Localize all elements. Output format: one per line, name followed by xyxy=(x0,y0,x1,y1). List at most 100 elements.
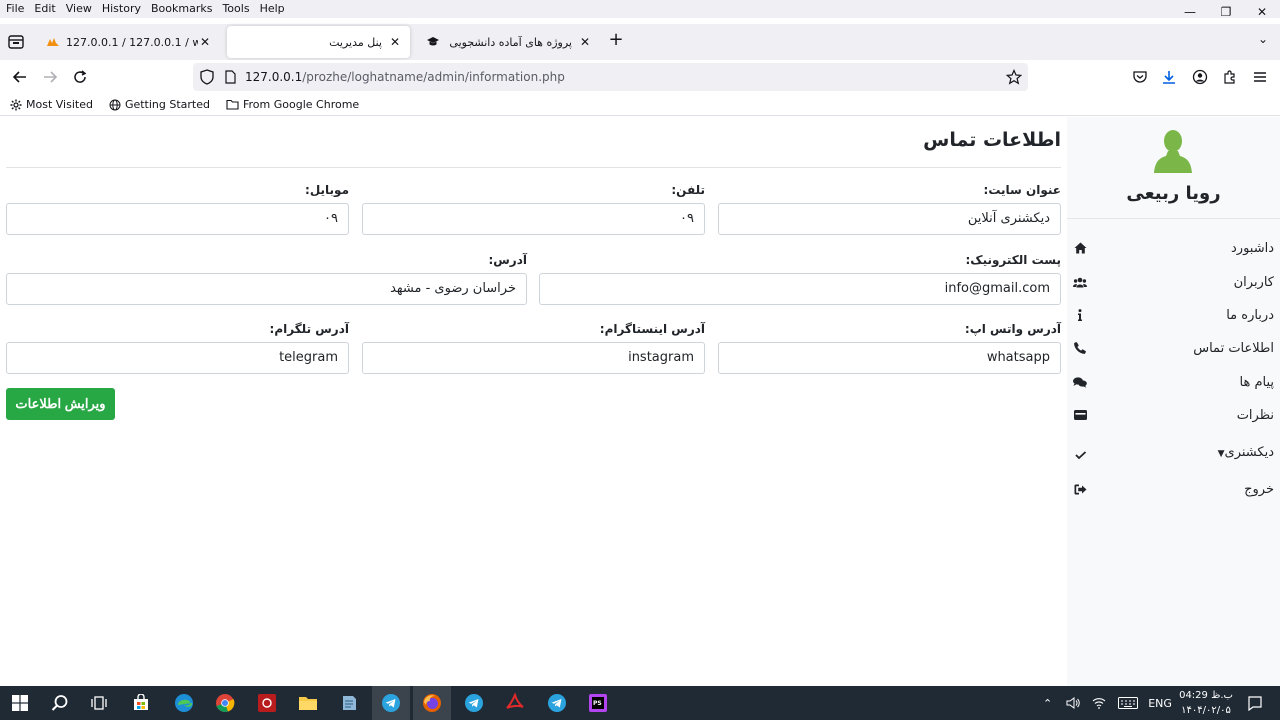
telegram-field: آدرس تلگرام: telegram xyxy=(6,320,349,374)
account-icon xyxy=(1192,69,1208,85)
menu-file[interactable]: File xyxy=(0,1,29,17)
field-label: آدرس واتس اپ: xyxy=(964,322,1061,336)
star-icon[interactable] xyxy=(1006,69,1022,85)
search-icon[interactable] xyxy=(48,691,72,715)
notepad-icon[interactable] xyxy=(337,691,361,715)
phpmyadmin-icon xyxy=(46,35,60,49)
close-icon[interactable]: ✕ xyxy=(198,35,212,49)
url-bar[interactable]: 127.0.0.1/prozhe/loghatname/admin/inform… xyxy=(193,63,1028,91)
reload-button[interactable] xyxy=(69,66,91,88)
info-icon xyxy=(1073,308,1087,322)
tab-list-icon[interactable] xyxy=(6,32,26,52)
tab-title: پنل مدیریت xyxy=(329,35,382,49)
menu-history[interactable]: History xyxy=(97,1,146,17)
comments-icon xyxy=(1073,375,1087,389)
page-icon[interactable] xyxy=(223,70,237,84)
phone-input[interactable]: ۰۹ xyxy=(362,203,705,235)
language-indicator[interactable]: ENG xyxy=(1148,697,1172,710)
sidebar-item-contact-info[interactable]: اطلاعات تماس xyxy=(1067,336,1280,360)
field-label: آدرس اینستاگرام: xyxy=(599,322,705,336)
menu-view[interactable]: View xyxy=(61,1,97,17)
sign-out-icon xyxy=(1073,482,1087,496)
maximize-button[interactable]: ❐ xyxy=(1208,0,1244,24)
edit-info-button[interactable]: ویرایش اطلاعات xyxy=(6,388,115,420)
puzzle-icon xyxy=(1224,70,1235,84)
minimize-button[interactable]: — xyxy=(1172,0,1208,24)
sidebar-item-users[interactable]: کاربران xyxy=(1067,270,1280,294)
sidebar-item-label: پیام ها xyxy=(1239,374,1275,390)
keyboard-icon[interactable] xyxy=(1118,697,1139,709)
globe-icon xyxy=(109,99,121,110)
pocket-button[interactable] xyxy=(1129,66,1151,88)
back-button[interactable] xyxy=(9,66,31,88)
menu-help[interactable]: Help xyxy=(255,1,290,17)
sidebar-item-logout[interactable]: خروج xyxy=(1067,477,1280,501)
firefox-icon[interactable] xyxy=(420,691,444,715)
account-button[interactable] xyxy=(1189,66,1211,88)
windows-start-icon[interactable] xyxy=(8,691,32,715)
tab-phpmyadmin[interactable]: 127.0.0.1 / 127.0.0.1 / watch / u ✕ xyxy=(38,26,220,58)
mobile-field: موبایل: ۰۹ xyxy=(6,181,349,235)
sidebar-item-dictionary[interactable]: دیکشنری▼ AB xyxy=(1067,440,1280,464)
task-view-icon[interactable] xyxy=(87,691,111,715)
sidebar-divider xyxy=(1067,218,1280,219)
bookmark-getting-started[interactable]: Getting Started xyxy=(109,98,210,111)
close-icon[interactable]: ✕ xyxy=(388,35,402,49)
telegram-icon[interactable] xyxy=(462,691,486,715)
tab-admin-panel[interactable]: پنل مدیریت ✕ xyxy=(227,26,410,58)
email-input[interactable]: info@gmail.com xyxy=(539,273,1061,305)
forward-button[interactable] xyxy=(39,66,61,88)
file-explorer-icon[interactable] xyxy=(296,691,320,715)
menu-bookmarks[interactable]: Bookmarks xyxy=(146,1,217,17)
title-divider xyxy=(6,167,1061,168)
chrome-icon[interactable] xyxy=(213,691,237,715)
whatsapp-input[interactable]: whatsapp xyxy=(718,342,1061,374)
app-red-icon[interactable] xyxy=(255,691,279,715)
chevron-up-icon[interactable]: ⌃ xyxy=(1043,697,1052,710)
sidebar-item-messages[interactable]: پیام ها xyxy=(1067,370,1280,394)
notification-icon[interactable] xyxy=(1243,691,1267,715)
instagram-input[interactable]: instagram xyxy=(362,342,705,374)
telegram-icon[interactable] xyxy=(545,691,569,715)
sidebar-item-dashboard[interactable]: داشبورد xyxy=(1067,236,1280,260)
address-input[interactable]: خراسان رضوی - مشهد xyxy=(6,273,527,305)
field-label: پست الکترونیک: xyxy=(965,253,1061,267)
clock[interactable]: 04:29 ب.ظ ۱۴۰۴/۰۲/۰۵ xyxy=(1176,688,1236,718)
chevron-down-icon[interactable]: ⌄ xyxy=(1258,32,1268,46)
sidebar-item-about-us[interactable]: درباره ما xyxy=(1067,303,1280,327)
gear-icon xyxy=(10,99,22,110)
main-content: اطلاعات تماس عنوان سایت: دیکشنری آنلاین … xyxy=(6,117,1061,686)
mobile-input[interactable]: ۰۹ xyxy=(6,203,349,235)
edge-icon[interactable] xyxy=(172,691,196,715)
field-label: عنوان سایت: xyxy=(983,183,1061,197)
sidebar-item-label: خروج xyxy=(1244,481,1274,497)
users-icon xyxy=(1073,275,1087,289)
sidebar-item-comments[interactable]: نظرات xyxy=(1067,403,1280,427)
app-menu-button[interactable] xyxy=(1249,66,1271,88)
menu-tools[interactable]: Tools xyxy=(217,1,254,17)
speaker-icon[interactable] xyxy=(1066,697,1080,709)
bookmark-most-visited[interactable]: Most Visited xyxy=(10,98,93,111)
close-window-button[interactable]: ✕ xyxy=(1244,0,1280,24)
tab-student-projects[interactable]: پروژه های آماده دانشجویی ✕ xyxy=(418,26,600,58)
close-icon[interactable]: ✕ xyxy=(578,35,592,49)
downloads-button[interactable] xyxy=(1158,66,1180,88)
field-label: موبایل: xyxy=(305,183,349,197)
phpstorm-icon[interactable]: PS xyxy=(586,691,610,715)
site-title-input[interactable]: دیکشنری آنلاین xyxy=(718,203,1061,235)
acrobat-icon[interactable] xyxy=(503,691,527,715)
store-icon[interactable] xyxy=(129,691,153,715)
folder-icon xyxy=(226,99,239,110)
telegram-input[interactable]: telegram xyxy=(6,342,349,374)
address-field: آدرس: خراسان رضوی - مشهد xyxy=(6,251,527,305)
menu-edit[interactable]: Edit xyxy=(29,1,60,17)
shield-icon[interactable] xyxy=(199,69,215,85)
telegram-icon[interactable] xyxy=(379,691,403,715)
bookmark-from-google-chrome[interactable]: From Google Chrome xyxy=(226,98,359,111)
clock-time: 04:29 ب.ظ xyxy=(1179,690,1233,701)
tab-bar: 127.0.0.1 / 127.0.0.1 / watch / u ✕ پنل … xyxy=(0,24,1280,60)
pocket-icon xyxy=(1133,71,1147,83)
new-tab-button[interactable]: + xyxy=(606,30,626,50)
extensions-button[interactable] xyxy=(1219,66,1241,88)
wifi-icon[interactable] xyxy=(1092,697,1106,709)
